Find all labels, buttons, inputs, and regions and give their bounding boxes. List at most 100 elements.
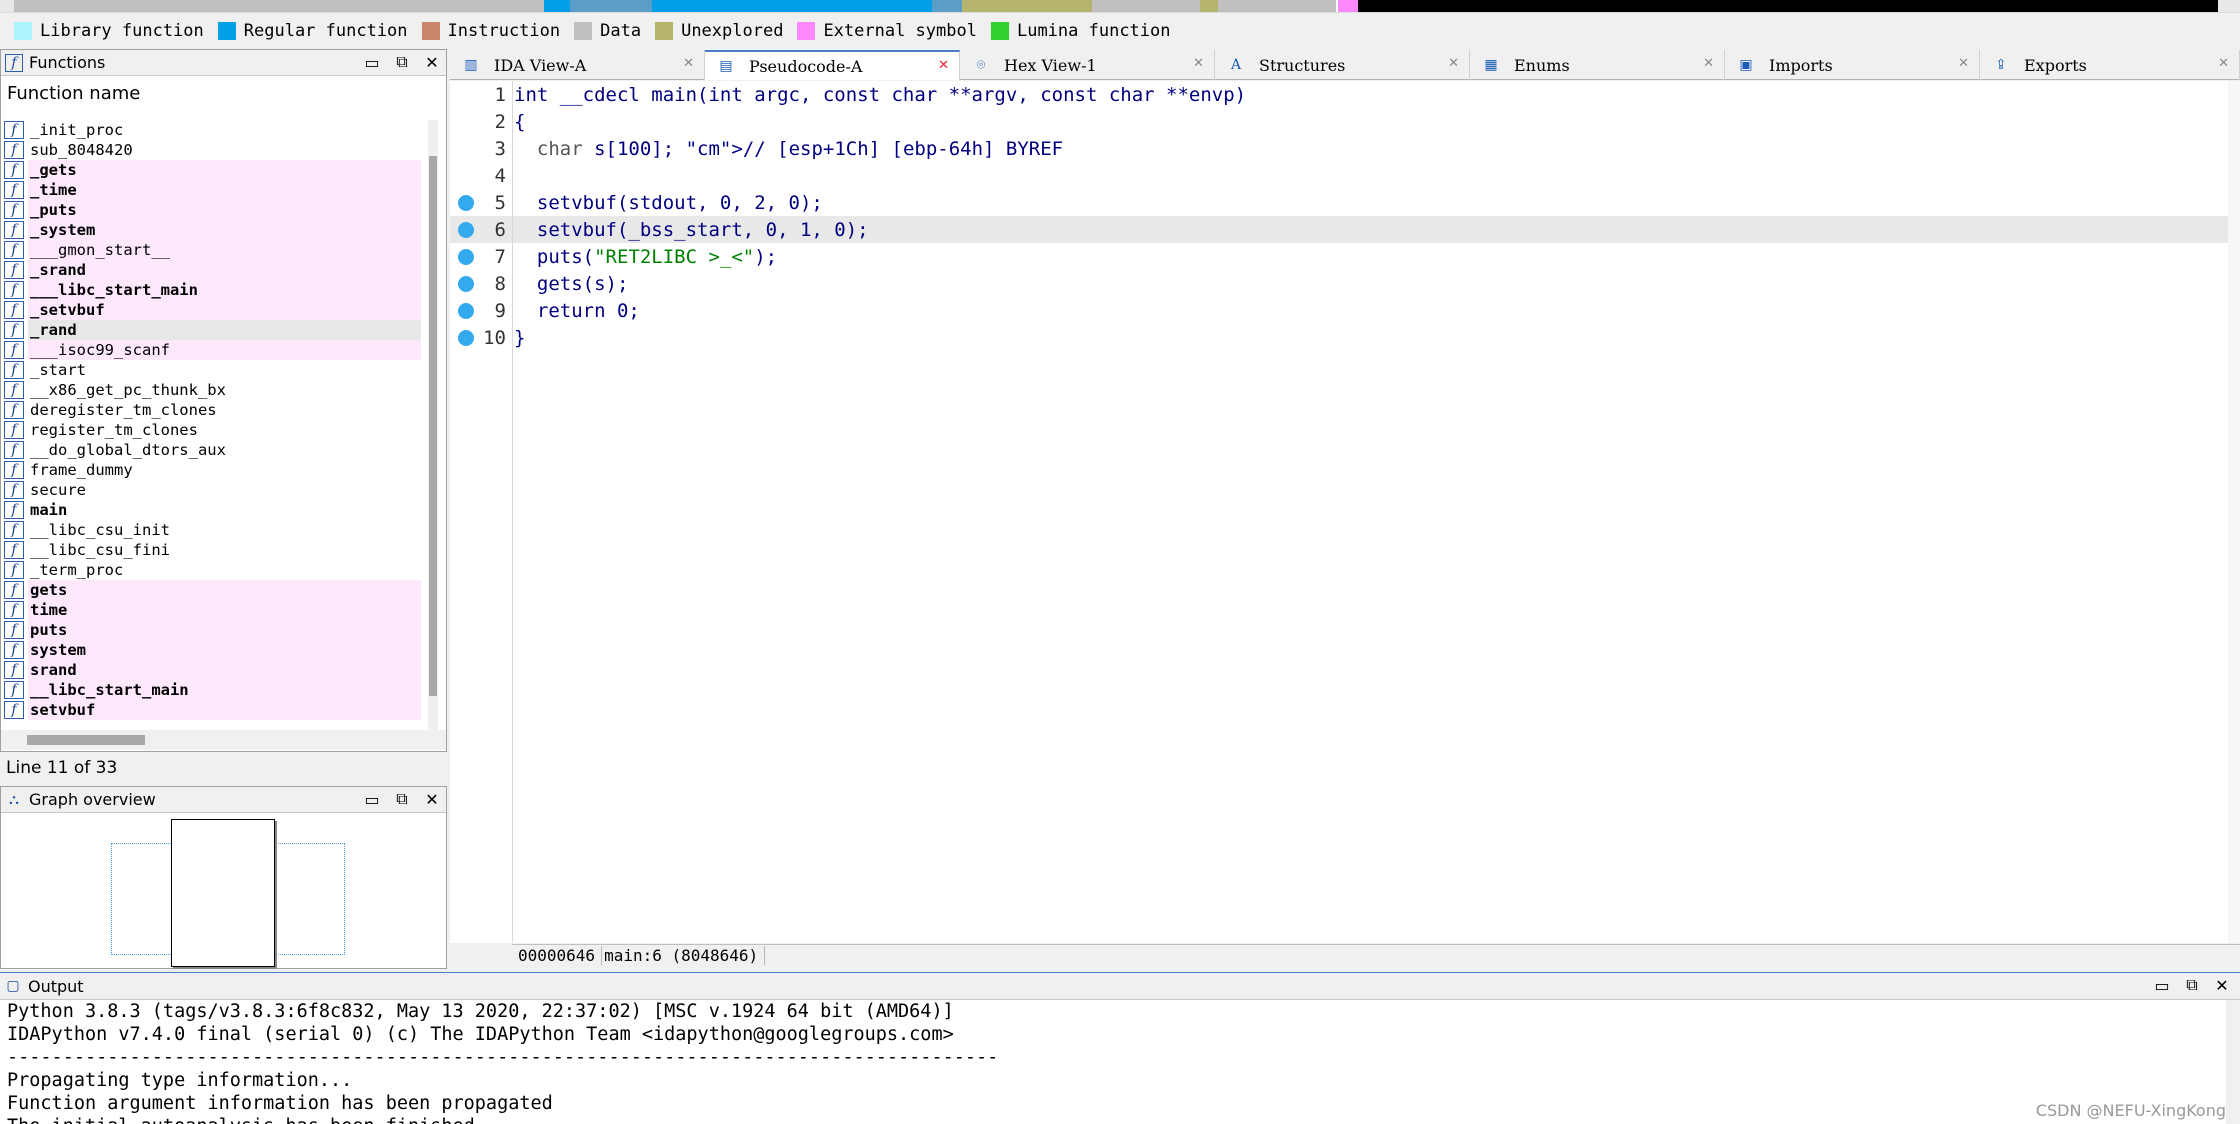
tab-enums[interactable]: ▦ Enums ✕: [1470, 50, 1725, 80]
tab-close-icon[interactable]: ✕: [2218, 56, 2229, 71]
function-row[interactable]: f _setvbuf: [1, 300, 421, 320]
code-line[interactable]: 3 char s[100]; "cm">// [esp+1Ch] [ebp-64…: [450, 135, 2240, 162]
function-row[interactable]: f setvbuf: [1, 700, 421, 720]
code-line[interactable]: 1 int __cdecl main(int argc, const char *…: [450, 81, 2240, 108]
function-row[interactable]: f __libc_csu_init: [1, 520, 421, 540]
function-row[interactable]: f __libc_start_main: [1, 680, 421, 700]
code-line[interactable]: 10}: [450, 324, 2240, 351]
vertical-scrollbar[interactable]: [428, 120, 438, 735]
function-name: _rand: [28, 320, 421, 340]
function-row[interactable]: f _srand: [1, 260, 421, 280]
function-row[interactable]: f _system: [1, 220, 421, 240]
function-list[interactable]: f _init_proc f sub_8048420 f _gets f _time f _put…: [1, 120, 421, 770]
function-name: deregister_tm_clones: [28, 400, 421, 420]
tab-exports[interactable]: ⇪ Exports ✕: [1980, 50, 2240, 80]
tab-close-icon[interactable]: ✕: [1448, 56, 1459, 71]
tab-structures[interactable]: A Structures ✕: [1215, 50, 1470, 80]
color-legend: Library function Regular function Instruct…: [0, 14, 2240, 48]
restore-icon[interactable]: ⧉: [394, 52, 410, 71]
output-console[interactable]: Python 3.8.3 (tags/v3.8.3:6f8c832, May 1…: [0, 1000, 2240, 1124]
output-title: Output: [28, 976, 84, 996]
maximize-icon[interactable]: ▭: [364, 53, 380, 72]
maximize-icon[interactable]: ▭: [364, 790, 380, 809]
code-line[interactable]: 4: [450, 162, 2240, 189]
line-number: 9: [494, 299, 506, 322]
function-row[interactable]: f ___isoc99_scanf: [1, 340, 421, 360]
function-icon: f: [4, 681, 24, 699]
tab-pseudocode-a[interactable]: ▤ Pseudocode-A ✕: [705, 50, 960, 80]
graph-viewport[interactable]: [171, 819, 275, 967]
line-number: 4: [494, 164, 506, 187]
pseudocode-view[interactable]: 1 int __cdecl main(int argc, const char *…: [450, 81, 2240, 943]
tab-close-icon[interactable]: ✕: [938, 58, 949, 73]
enums-icon: ▦: [1484, 57, 1498, 73]
function-row[interactable]: f _puts: [1, 200, 421, 220]
function-row[interactable]: f time: [1, 600, 421, 620]
code-line[interactable]: 8 gets(s);: [450, 270, 2240, 297]
function-name: frame_dummy: [28, 460, 421, 480]
code-line[interactable]: 2{: [450, 108, 2240, 135]
imports-icon: ▣: [1739, 57, 1753, 73]
function-row[interactable]: f deregister_tm_clones: [1, 400, 421, 420]
function-row[interactable]: f system: [1, 640, 421, 660]
code-line[interactable]: 5 setvbuf(stdout, 0, 2, 0);: [450, 189, 2240, 216]
function-row[interactable]: f _gets: [1, 160, 421, 180]
function-row[interactable]: f puts: [1, 620, 421, 640]
tab-close-icon[interactable]: ✕: [1703, 56, 1714, 71]
function-name: time: [28, 600, 421, 620]
function-name: __libc_start_main: [28, 680, 421, 700]
code-line[interactable]: 6 setvbuf(_bss_start, 0, 1, 0);: [450, 216, 2240, 243]
function-name: __do_global_dtors_aux: [28, 440, 421, 460]
function-name: sub_8048420: [28, 140, 421, 160]
tab-imports[interactable]: ▣ Imports ✕: [1725, 50, 1980, 80]
navigation-band[interactable]: [0, 0, 2240, 13]
restore-icon[interactable]: ⧉: [2184, 975, 2200, 994]
function-row[interactable]: f gets: [1, 580, 421, 600]
tab-ida-view-a[interactable]: ▥ IDA View-A ✕: [450, 50, 705, 80]
function-row[interactable]: f ___gmon_start__: [1, 240, 421, 260]
code-scrollbar[interactable]: [2228, 81, 2240, 943]
horizontal-scrollbar[interactable]: [1, 730, 446, 750]
function-row[interactable]: f _rand: [1, 320, 421, 340]
close-icon[interactable]: ✕: [424, 790, 440, 809]
function-icon: f: [4, 261, 24, 279]
tab-hex-view-1[interactable]: ⌾ Hex View-1 ✕: [960, 50, 1215, 80]
function-row[interactable]: f srand: [1, 660, 421, 680]
maximize-icon[interactable]: ▭: [2154, 976, 2170, 995]
function-row[interactable]: f __libc_csu_fini: [1, 540, 421, 560]
code-text: {: [514, 110, 526, 133]
restore-icon[interactable]: ⧉: [394, 789, 410, 808]
code-line[interactable]: 7 puts("RET2LIBC >_<");: [450, 243, 2240, 270]
function-row[interactable]: f __x86_get_pc_thunk_bx: [1, 380, 421, 400]
close-icon[interactable]: ✕: [424, 53, 440, 72]
line-number: 3: [494, 137, 506, 160]
tab-bar: ▥ IDA View-A ✕ ▤ Pseudocode-A ✕ ⌾ Hex View-1 ✕ A S…: [450, 50, 2240, 80]
address-readout: 00000646: [516, 946, 603, 965]
tab-close-icon[interactable]: ✕: [1193, 56, 1204, 71]
function-row[interactable]: f __do_global_dtors_aux: [1, 440, 421, 460]
function-row[interactable]: f _init_proc: [1, 120, 421, 140]
function-row[interactable]: f _time: [1, 180, 421, 200]
function-row[interactable]: f ___libc_start_main: [1, 280, 421, 300]
code-line[interactable]: 9 return 0;: [450, 297, 2240, 324]
tab-close-icon[interactable]: ✕: [683, 56, 694, 71]
function-name-header[interactable]: Function name: [1, 76, 446, 110]
function-row[interactable]: f secure: [1, 480, 421, 500]
legend-item: Unexplored: [655, 21, 783, 41]
function-icon: f: [4, 401, 24, 419]
function-row[interactable]: f _term_proc: [1, 560, 421, 580]
function-row[interactable]: f frame_dummy: [1, 460, 421, 480]
tab-label: Pseudocode-A: [749, 56, 863, 76]
function-row[interactable]: f register_tm_clones: [1, 420, 421, 440]
function-icon: f: [4, 701, 24, 719]
function-row[interactable]: f sub_8048420: [1, 140, 421, 160]
legend-swatch: [797, 22, 816, 40]
code-text: return 0;: [514, 299, 640, 322]
legend-label: Unexplored: [681, 21, 784, 41]
close-icon[interactable]: ✕: [2214, 976, 2230, 995]
output-scrollbar[interactable]: [2226, 1000, 2240, 1124]
tab-close-icon[interactable]: ✕: [1958, 56, 1969, 71]
tab-label: IDA View-A: [494, 55, 587, 75]
function-row[interactable]: f _start: [1, 360, 421, 380]
function-row[interactable]: f main: [1, 500, 421, 520]
